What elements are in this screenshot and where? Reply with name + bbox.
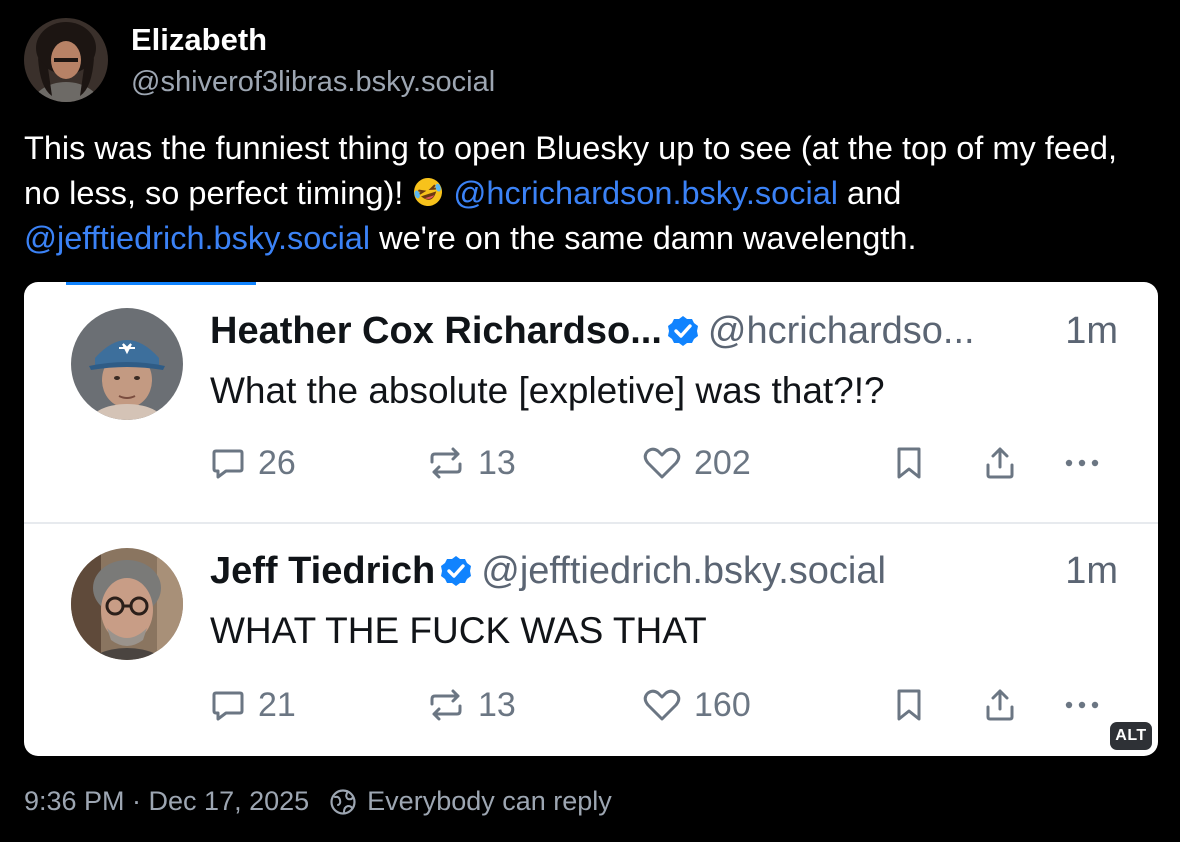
share-button[interactable]	[982, 440, 1018, 486]
post-text: This was the funniest thing to open Blue…	[24, 126, 1154, 261]
author-handle[interactable]: @shiverof3libras.bsky.social	[131, 66, 495, 99]
more-options-button[interactable]	[1062, 440, 1102, 486]
more-icon	[1065, 701, 1099, 709]
tiedrich-avatar	[71, 548, 183, 660]
mention-link-jefftiedrich[interactable]: @jefftiedrich.bsky.social	[24, 220, 370, 256]
author-name[interactable]: Elizabeth	[131, 22, 267, 58]
post-text-part: we're on the same damn wavelength.	[370, 220, 917, 256]
richardson-time: 1m	[1065, 310, 1118, 352]
reply-button[interactable]: 21	[210, 682, 296, 728]
globe-icon	[330, 788, 356, 815]
repost-icon	[430, 689, 462, 721]
richardson-handle: @hcrichardso...	[707, 310, 975, 352]
bookmark-icon	[897, 689, 921, 721]
richardson-avatar	[71, 308, 183, 420]
repost-count: 13	[478, 685, 516, 724]
mention-link-hcrichardson[interactable]: @hcrichardson.bsky.social	[453, 175, 838, 211]
share-icon	[986, 447, 1014, 479]
repost-button[interactable]: 13	[426, 682, 516, 728]
like-icon	[643, 447, 681, 479]
share-icon	[986, 689, 1014, 721]
like-icon	[643, 689, 681, 721]
tiedrich-time: 1m	[1065, 550, 1118, 592]
repost-button[interactable]: 13	[426, 440, 516, 486]
more-options-button[interactable]	[1062, 682, 1102, 728]
repost-count: 13	[478, 443, 516, 482]
repost-icon	[430, 447, 462, 479]
like-button[interactable]: 202	[642, 440, 751, 486]
tiedrich-name: Jeff Tiedrich	[210, 550, 436, 592]
reply-count: 26	[258, 443, 296, 482]
richardson-name-line: Heather Cox Richardso... @hcrichardso...	[210, 308, 975, 354]
bookmark-button[interactable]	[892, 440, 926, 486]
bookmark-icon	[897, 447, 921, 479]
tiedrich-name-line: Jeff Tiedrich @jefftiedrich.bsky.social	[210, 548, 886, 594]
post-header: Elizabeth @shiverof3libras.bsky.social	[24, 18, 724, 102]
tiedrich-actions: 21 13 160	[210, 682, 1110, 728]
like-count: 202	[694, 443, 751, 482]
embedded-image-card[interactable]: Heather Cox Richardso... @hcrichardso... …	[24, 282, 1158, 756]
richardson-actions: 26 13 202	[210, 440, 1110, 486]
reply-count: 21	[258, 685, 296, 724]
author-avatar[interactable]	[24, 18, 108, 102]
richardson-post-text: What the absolute [expletive] was that?!…	[210, 370, 885, 411]
laughing-emoji-icon	[412, 175, 444, 207]
post-timestamp[interactable]: 9:36 PM · Dec 17, 2025	[24, 786, 309, 817]
post-text-part: and	[838, 175, 902, 211]
verified-badge-icon	[441, 556, 472, 586]
reply-button[interactable]: 26	[210, 440, 296, 486]
share-button[interactable]	[982, 682, 1018, 728]
reply-setting[interactable]: Everybody can reply	[367, 786, 612, 817]
richardson-name: Heather Cox Richardso...	[210, 310, 662, 352]
post-footer: 9:36 PM · Dec 17, 2025 Everybody can rep…	[24, 786, 612, 817]
alt-text-badge[interactable]: ALT	[1110, 722, 1152, 750]
more-icon	[1065, 459, 1099, 467]
embedded-post-tiedrich: Jeff Tiedrich @jefftiedrich.bsky.social 1…	[24, 522, 1158, 756]
bookmark-button[interactable]	[892, 682, 926, 728]
like-count: 160	[694, 685, 751, 724]
embedded-post-richardson: Heather Cox Richardso... @hcrichardso... …	[24, 282, 1158, 520]
reply-icon	[212, 691, 244, 721]
reply-icon	[212, 449, 244, 479]
like-button[interactable]: 160	[642, 682, 751, 728]
verified-badge-icon	[667, 316, 698, 346]
tiedrich-handle: @jefftiedrich.bsky.social	[481, 550, 886, 592]
author-avatar-image	[24, 18, 108, 102]
tiedrich-post-text: WHAT THE FUCK WAS THAT	[210, 610, 707, 651]
